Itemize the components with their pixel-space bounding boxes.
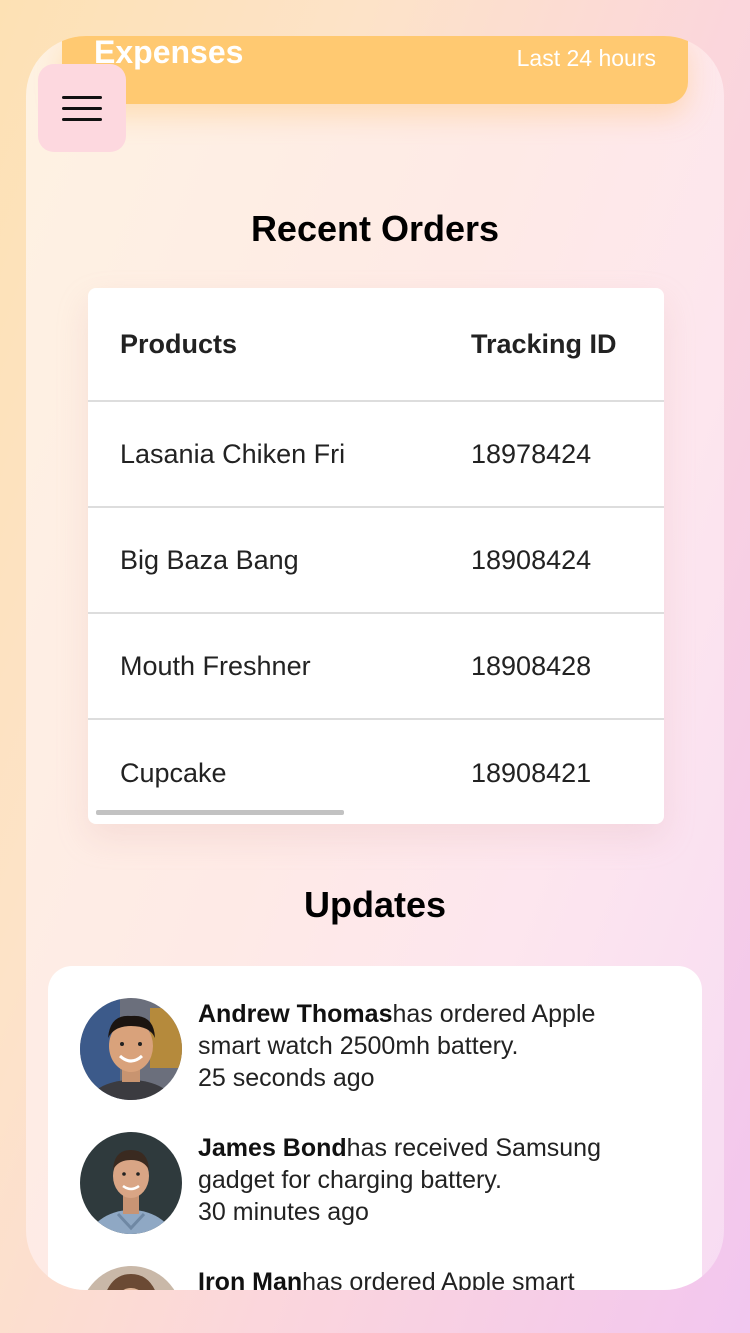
menu-button[interactable] — [38, 64, 126, 152]
recent-orders-title: Recent Orders — [250, 208, 500, 249]
tracking-id-cell: 18978424 — [471, 438, 592, 469]
column-header-products: Products — [120, 328, 238, 359]
person-avatar-icon — [80, 1132, 182, 1234]
avatar — [80, 1266, 182, 1290]
tracking-id-cell: 18908424 — [471, 544, 592, 575]
column-header-tracking-id: Tracking ID — [471, 328, 617, 359]
update-text: Andrew Thomashas ordered Apple smart wat… — [198, 998, 658, 1094]
update-user-name: Andrew Thomas — [198, 1000, 393, 1028]
update-user-name: James Bond — [198, 1134, 347, 1162]
expenses-card[interactable]: Expenses Last 24 hours — [62, 36, 688, 104]
table-row[interactable]: Lasania Chiken Fri 18978424 — [88, 402, 664, 508]
update-time: 25 seconds ago — [198, 1064, 375, 1092]
updates-card: Andrew Thomashas ordered Apple smart wat… — [48, 966, 702, 1290]
product-cell: Big Baza Bang — [120, 544, 299, 575]
person-avatar-icon — [80, 998, 182, 1100]
update-text: James Bondhas received Samsung gadget fo… — [198, 1132, 658, 1228]
table-header-row: Products Tracking ID — [88, 288, 664, 402]
table-row[interactable]: Big Baza Bang 18908424 — [88, 508, 664, 614]
product-cell: Lasania Chiken Fri — [120, 438, 346, 469]
table-row[interactable]: Mouth Freshner 18908428 — [88, 614, 664, 720]
update-text: Iron Manhas ordered Apple smart — [198, 1266, 658, 1290]
update-time: 30 minutes ago — [198, 1198, 369, 1226]
update-action: has ordered Apple smart — [302, 1268, 575, 1290]
updates-title: Updates — [303, 884, 447, 925]
horizontal-scrollbar[interactable] — [96, 810, 344, 815]
table-row[interactable]: Cupcake 18908421 — [88, 720, 664, 824]
hamburger-menu-icon — [62, 95, 102, 99]
expenses-period: Last 24 hours — [516, 45, 656, 71]
avatar — [80, 998, 182, 1100]
hamburger-menu-icon-bar — [62, 117, 102, 121]
avatar — [80, 1132, 182, 1234]
update-user-name: Iron Man — [198, 1268, 303, 1290]
product-cell: Cupcake — [120, 757, 227, 788]
product-cell: Mouth Freshner — [120, 650, 311, 681]
person-avatar-icon — [80, 1266, 182, 1290]
tracking-id-cell: 18908421 — [471, 757, 592, 788]
phone-frame: Expenses Last 24 hours Recent Orders Pro… — [26, 36, 724, 1290]
hamburger-menu-icon-bar — [62, 106, 102, 110]
recent-orders-table[interactable]: Products Tracking ID Lasania Chiken Fri … — [88, 288, 664, 824]
tracking-id-cell: 18908428 — [471, 650, 592, 681]
